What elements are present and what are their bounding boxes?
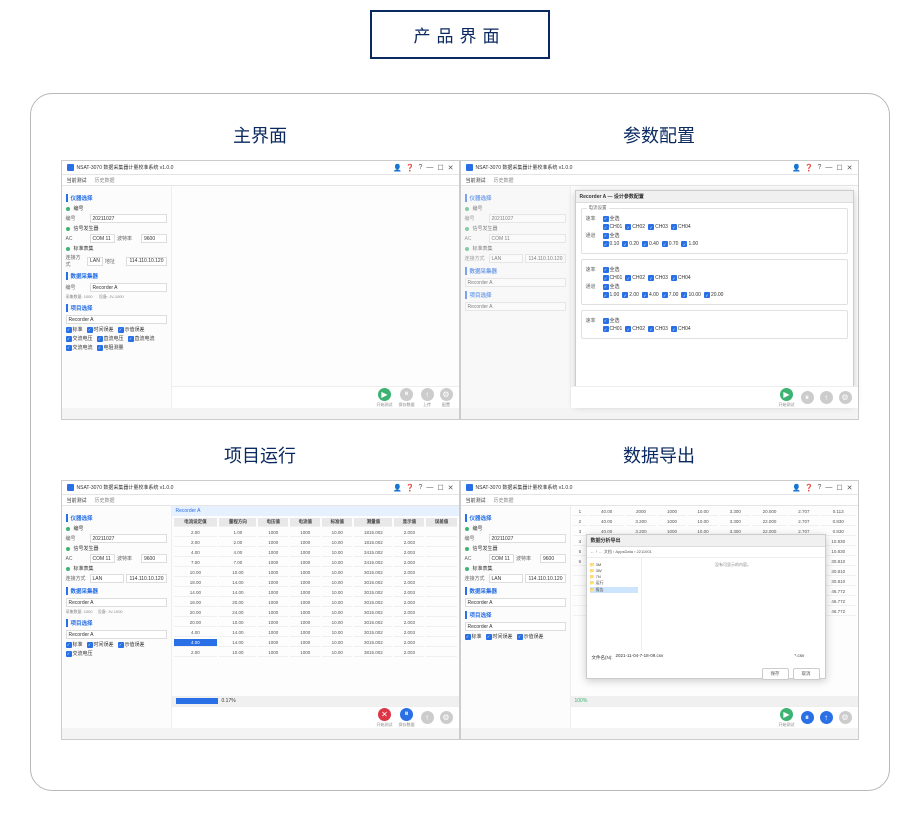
check-item[interactable]: ✓时间误差 (87, 326, 114, 333)
config-dialog: Recorder A — 设计参数配置 电流设置 速率✓全选 ✓CH01 ✓CH… (575, 190, 854, 404)
conn-input[interactable]: LAN (87, 257, 103, 266)
project-checks: ✓标准 ✓时间误差 ✓示值误差 ✓交流电压 ✓直流电压 ✓直流电流 ✓交流电流 … (66, 326, 167, 351)
question-icon[interactable]: ? (418, 164, 422, 171)
check-item[interactable]: ✓直流电压 (97, 335, 124, 342)
sec-recorder: 数据采集器 (66, 272, 167, 280)
check-item[interactable]: ✓示值误差 (118, 326, 145, 333)
check-item[interactable]: ✓电阻测量 (97, 344, 124, 351)
app-icon (67, 164, 74, 171)
filename-input[interactable]: 2021-11-04-7-18-09.csv (616, 653, 792, 663)
help-icon[interactable]: ❓ (406, 164, 415, 172)
ip-input[interactable]: 114.110.10.120 (126, 257, 166, 266)
save-file-button[interactable]: 保存 (762, 668, 789, 680)
start-button[interactable]: ▶ (378, 388, 391, 401)
check-item[interactable]: ✓交流电压 (66, 335, 93, 342)
sec-instrument: 仪器选择 (66, 194, 167, 202)
ac-input[interactable]: COM 11 (90, 234, 116, 243)
window-export: NSAT-3070 数据采集器计量校准系统 v1.0.0👤❓?—☐✕ 当前测试历… (460, 480, 859, 740)
file-list-empty: 没有可显示的内容。 (642, 558, 825, 650)
card-run: 项目运行 NSAT-3070 数据采集器计量校准系统 v1.0.0👤❓?—☐✕ … (61, 442, 460, 740)
sec-project: 项目选择 (66, 304, 167, 312)
sidebar: 仪器选择 编号 编号20211027 信号发生器 ACCOM 11波特率9600… (62, 186, 172, 408)
page-title-box: 产品界面 (370, 10, 550, 59)
recorder-input[interactable]: Recorder A (90, 283, 167, 292)
save-button[interactable]: ⏸ (400, 388, 413, 401)
progress-bar: 0.17% (172, 696, 459, 706)
config-group-3: 速率✓全选 ✓CH01 ✓CH02 ✓CH03 ✓CH04 (581, 310, 848, 339)
window-config: NSAT-3070 数据采集器计量校准系统 v1.0.0👤❓?—☐✕ 当前测试历… (460, 160, 859, 420)
window-run: NSAT-3070 数据采集器计量校准系统 v1.0.0👤❓?—☐✕ 当前测试历… (61, 480, 460, 740)
card-main-title: 主界面 (61, 122, 460, 148)
card-export: 数据导出 NSAT-3070 数据采集器计量校准系统 v1.0.0👤❓?—☐✕ … (460, 442, 859, 740)
check-item[interactable]: ✓直流电流 (128, 335, 155, 342)
window-title: NSAT-3070 数据采集器计量校准系统 v1.0.0 (77, 164, 394, 171)
run-table: 电流设定值量程方向电压值电流值标准值测量值显示值误差值 2.001.001000… (172, 516, 459, 659)
card-main: 主界面 NSAT-3070 数据采集器计量校准系统 v1.0.0 👤 ❓ ? —… (61, 122, 460, 420)
titlebar: NSAT-3070 数据采集器计量校准系统 v1.0.0 👤 ❓ ? — ☐ ✕ (62, 161, 459, 175)
page-title: 产品界面 (414, 27, 506, 46)
card-export-title: 数据导出 (460, 442, 859, 468)
tab-history[interactable]: 历史数据 (95, 177, 115, 184)
breadcrumb[interactable]: ← ↑ … 文档 › AppsData › 2211001 (587, 547, 825, 558)
save-dialog: 数据分析导出 ← ↑ … 文档 › AppsData › 2211001 3M … (586, 534, 826, 679)
tabs: 当前测试 历史数据 (62, 175, 459, 186)
filetype-select[interactable]: *.csv (795, 653, 820, 663)
config-button[interactable]: ⚙ (440, 388, 453, 401)
active-recorder: Recorder A (172, 506, 459, 516)
config-group-1: 电流设置 速率✓全选 ✓CH01 ✓CH02 ✓CH03 ✓CH04 通道✓全选… (581, 208, 848, 254)
pause-button[interactable]: ⏸ (400, 708, 413, 721)
card-config-title: 参数配置 (460, 122, 859, 148)
check-item[interactable]: ✓交流电流 (66, 344, 93, 351)
dialog-title: Recorder A — 设计参数配置 (576, 191, 853, 203)
card-config: 参数配置 NSAT-3070 数据采集器计量校准系统 v1.0.0👤❓?—☐✕ … (460, 122, 859, 420)
check-item[interactable]: ✓标准 (66, 326, 83, 333)
config-group-2: 速率✓全选 ✓CH01 ✓CH02 ✓CH03 ✓CH04 通道✓全选 ✓1.0… (581, 259, 848, 305)
save-dialog-title: 数据分析导出 (587, 535, 825, 547)
export-progress: 100% (571, 696, 858, 706)
screenshots-container: 主界面 NSAT-3070 数据采集器计量校准系统 v1.0.0 👤 ❓ ? —… (30, 93, 890, 791)
minimize-icon[interactable]: — (426, 164, 433, 171)
window-main: NSAT-3070 数据采集器计量校准系统 v1.0.0 👤 ❓ ? — ☐ ✕… (61, 160, 460, 420)
model-input[interactable]: 20211027 (90, 214, 167, 223)
main-canvas: ▶开始测试 ⏸保存数据 ↑上传 ⚙配置 (172, 186, 459, 408)
user-icon[interactable]: 👤 (393, 164, 402, 172)
cancel-file-button[interactable]: 取消 (793, 668, 820, 680)
close-icon[interactable]: ✕ (448, 164, 454, 172)
status-dot (66, 207, 70, 211)
stop-button[interactable]: ✕ (378, 708, 391, 721)
upload-button[interactable]: ↑ (421, 388, 434, 401)
rate-input[interactable]: 9600 (141, 234, 167, 243)
card-run-title: 项目运行 (61, 442, 460, 468)
tab-current[interactable]: 当前测试 (67, 177, 87, 184)
maximize-icon[interactable]: ☐ (437, 164, 443, 172)
folder-tree[interactable]: 3M 3W 7N 运行 报告 (587, 558, 642, 650)
